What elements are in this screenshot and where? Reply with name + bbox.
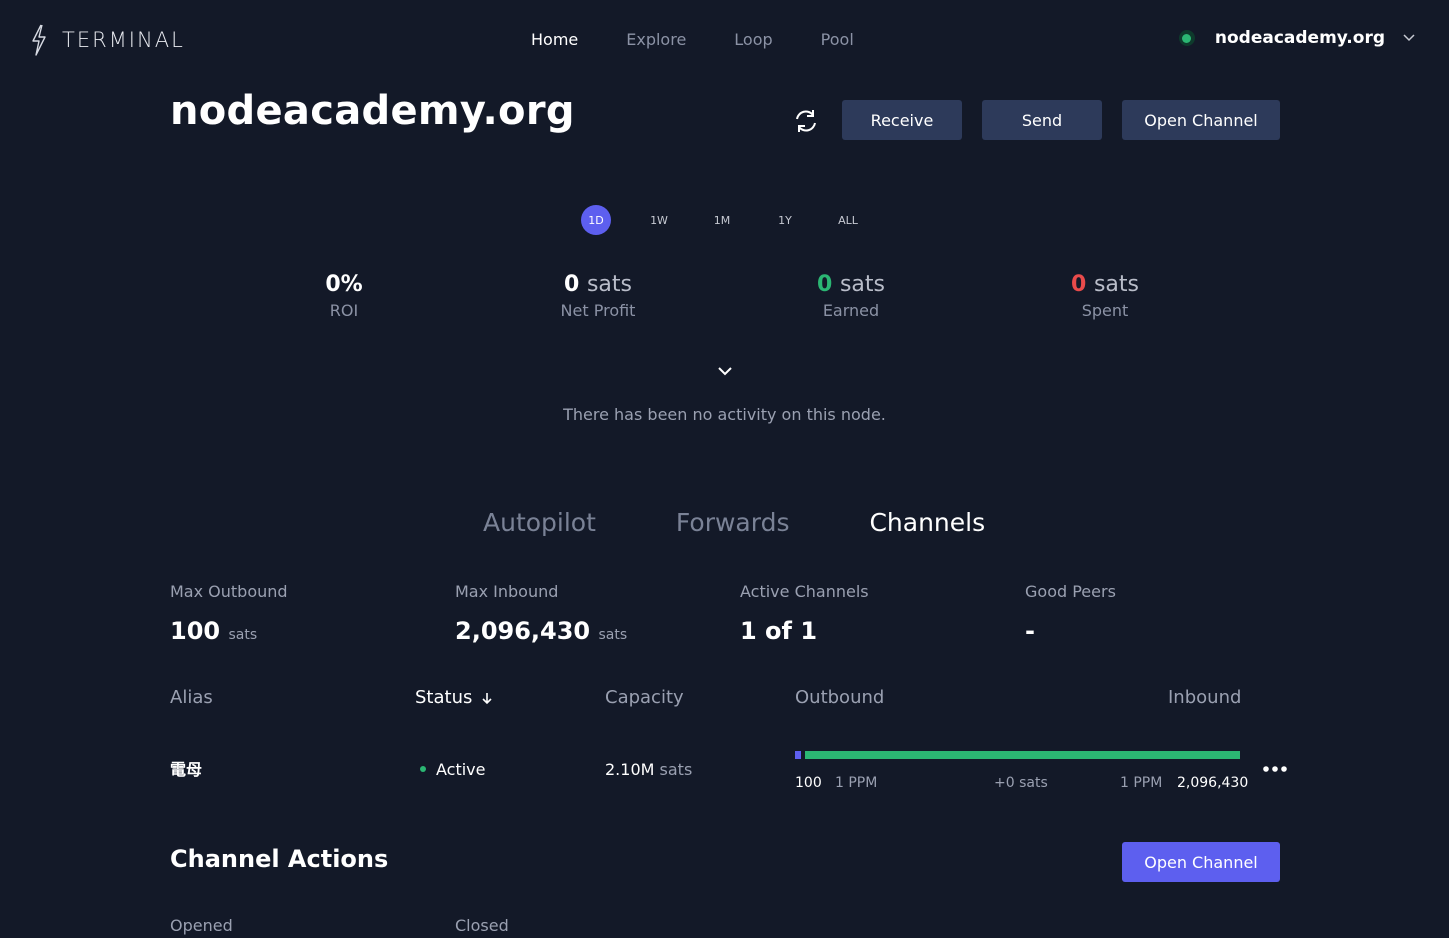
column-outbound[interactable]: Outbound [795,687,884,709]
channel-status-text: Active [436,760,486,779]
column-alias[interactable]: Alias [170,687,213,709]
roi-label: ROI [329,301,359,320]
logo-text: TERMINAL [62,28,185,52]
closed-label: Closed [455,916,509,935]
earned-label: Earned [822,301,880,320]
open-channel-primary-button[interactable]: Open Channel [1122,842,1280,882]
chevron-down-icon[interactable] [716,362,734,380]
main-nav: Home Explore Loop Pool [531,30,902,50]
nav-pool[interactable]: Pool [821,30,854,50]
column-inbound[interactable]: Inbound [1168,687,1241,709]
balance-change: +0 sats [994,775,1048,791]
earned-value: 0 [816,272,833,297]
max-outbound-unit: sats [228,627,258,643]
nav-loop[interactable]: Loop [734,30,772,50]
spent-value: 0 [1070,272,1087,297]
range-1d[interactable]: 1D [581,205,611,235]
channel-alias: 電母 [170,760,203,779]
section-tabs: Autopilot Forwards Channels [483,508,1065,537]
max-inbound-label: Max Inbound [455,582,559,601]
stat-earned: 0 sats Earned [751,270,951,322]
capacity-value: 2.10M [605,760,655,779]
spent-unit: sats [1093,272,1139,297]
nav-explore[interactable]: Explore [626,30,686,50]
max-outbound-value: 100 [170,617,221,645]
node-name: nodeacademy.org [1214,28,1385,48]
no-activity-message: There has been no activity on this node. [563,405,886,424]
stat-roi: 0% ROI [244,270,444,322]
nav-home[interactable]: Home [531,30,578,50]
roi-value: 0% [325,272,363,297]
summary-max-outbound: Max Outbound 100 sats [170,582,288,650]
node-selector[interactable]: nodeacademy.org [1178,28,1415,48]
channel-status: Active [420,758,486,782]
opened-label: Opened [170,916,233,935]
status-dot-icon [420,765,426,772]
terminal-logo[interactable]: TERMINAL [30,24,185,56]
column-status[interactable]: Status [415,687,494,709]
tab-channels[interactable]: Channels [869,508,985,537]
column-capacity[interactable]: Capacity [605,687,684,709]
chevron-down-icon [1403,34,1415,42]
inbound-fee: 1 PPM [1120,775,1163,791]
open-channel-button[interactable]: Open Channel [1122,100,1280,140]
lightning-icon [32,24,46,56]
spent-label: Spent [1081,301,1129,320]
stat-spent: 0 sats Spent [1005,270,1205,322]
more-options-icon[interactable] [1262,763,1288,775]
range-all[interactable]: ALL [833,205,863,235]
net-profit-value: 0 [563,272,580,297]
active-channels-label: Active Channels [740,582,869,601]
arrow-down-icon [482,693,492,705]
max-outbound-label: Max Outbound [170,582,288,601]
inbound-amount: 2,096,430 [1177,775,1249,791]
send-button[interactable]: Send [982,100,1102,140]
summary-good-peers: Good Peers - [1025,582,1116,646]
capacity-unit: sats [659,760,693,779]
inbound-balance-bar [805,751,1240,759]
max-inbound-unit: sats [598,627,628,643]
refresh-icon[interactable] [792,107,820,135]
active-channels-value: 1 of 1 [740,617,818,645]
tab-forwards[interactable]: Forwards [676,508,790,537]
good-peers-value: - [1025,617,1035,645]
good-peers-label: Good Peers [1025,582,1116,601]
outbound-balance-bar [795,751,801,759]
range-1w[interactable]: 1W [644,205,674,235]
net-profit-label: Net Profit [560,301,636,320]
receive-button[interactable]: Receive [842,100,962,140]
tab-autopilot[interactable]: Autopilot [483,508,596,537]
summary-max-inbound: Max Inbound 2,096,430 sats [455,582,627,650]
node-status-icon [1178,30,1195,46]
net-profit-unit: sats [586,272,632,297]
stat-net-profit: 0 sats Net Profit [498,270,698,322]
range-1m[interactable]: 1M [707,205,737,235]
summary-active-channels: Active Channels 1 of 1 [740,582,869,646]
range-1y[interactable]: 1Y [770,205,800,235]
max-inbound-value: 2,096,430 [455,617,591,645]
outbound-fee: 1 PPM [835,775,878,791]
outbound-amount: 100 [795,775,822,791]
range-selector: 1D 1W 1M 1Y ALL [581,205,896,235]
channel-actions-title: Channel Actions [170,845,389,873]
earned-unit: sats [839,272,885,297]
column-status-label: Status [415,687,473,708]
page-title: nodeacademy.org [170,88,575,134]
channel-capacity: 2.10M sats [605,758,692,782]
